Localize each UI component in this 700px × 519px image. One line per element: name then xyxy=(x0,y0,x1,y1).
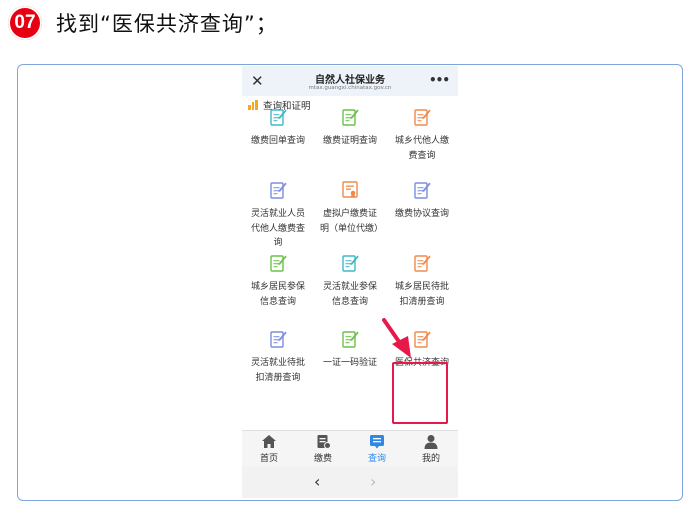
document-edit-icon xyxy=(270,182,287,199)
document-edit-icon xyxy=(270,255,287,272)
service-tile-label: 城乡代他人缴费查询 xyxy=(394,136,449,161)
service-tile-label: 虚拟户缴费证明（单位代缴） xyxy=(320,209,384,234)
bottom-tabbar: 首页 缴费 查询 我的 xyxy=(242,430,458,466)
step-number-badge: 07 xyxy=(8,6,42,40)
home-icon xyxy=(262,435,276,448)
tab-query[interactable]: 查询 xyxy=(350,434,404,464)
step-title: 找到“医保共济查询”； xyxy=(56,12,278,36)
document-edit-icon xyxy=(270,109,287,126)
tab-label: 查询 xyxy=(367,454,386,464)
document-edit-icon xyxy=(342,109,359,126)
bar-chart-icon xyxy=(248,100,258,110)
service-tile-label: 灵活就业参保信息查询 xyxy=(322,282,377,307)
user-icon xyxy=(424,435,438,449)
app-url: mtax.guangxi.chinatax.gov.cn xyxy=(308,85,392,91)
service-tile-label: 灵活就业人员代他人缴费查询 xyxy=(250,209,305,248)
tab-mine[interactable]: 我的 xyxy=(404,434,458,464)
service-tile-label: 缴费回单查询 xyxy=(250,136,305,146)
tab-label: 我的 xyxy=(421,454,440,464)
query-icon xyxy=(370,435,384,449)
phone-screen: ✕ 自然人社保业务 mtax.guangxi.chinatax.gov.cn •… xyxy=(242,66,458,498)
document-edit-icon xyxy=(414,109,431,126)
step-header: 07 找到“医保共济查询”； xyxy=(8,6,278,40)
document-edit-icon xyxy=(342,255,359,272)
service-tile-label: 灵活就业待批扣清册查询 xyxy=(250,358,305,383)
tab-label: 缴费 xyxy=(313,454,332,464)
document-edit-icon xyxy=(342,331,359,348)
back-arrow-icon[interactable]: ‹ xyxy=(314,472,320,491)
payment-icon xyxy=(317,435,331,449)
document-edit-icon xyxy=(414,255,431,272)
browser-navbar: ‹ › xyxy=(242,466,458,498)
tab-label: 首页 xyxy=(259,454,278,464)
tab-payment[interactable]: 缴费 xyxy=(296,434,350,464)
service-tile-label: 城乡居民待批扣清册查询 xyxy=(394,282,449,307)
document-edit-icon xyxy=(414,182,431,199)
pointer-arrow-icon xyxy=(382,318,411,358)
service-tile-label: 城乡居民参保信息查询 xyxy=(250,282,305,307)
app-titlebar: ✕ 自然人社保业务 mtax.guangxi.chinatax.gov.cn •… xyxy=(242,66,458,96)
certificate-icon xyxy=(342,181,358,198)
highlight-box xyxy=(392,362,448,424)
service-tile-label: 一证一码验证 xyxy=(322,358,377,368)
more-icon[interactable]: ••• xyxy=(429,72,450,88)
forward-arrow-icon[interactable]: › xyxy=(370,472,376,491)
app-title: 自然人社保业务 xyxy=(315,75,385,86)
service-tile-label: 缴费协议查询 xyxy=(394,209,449,219)
tab-home[interactable]: 首页 xyxy=(242,434,296,464)
service-tile-label: 缴费证明查询 xyxy=(322,136,377,146)
document-edit-icon xyxy=(270,331,287,348)
